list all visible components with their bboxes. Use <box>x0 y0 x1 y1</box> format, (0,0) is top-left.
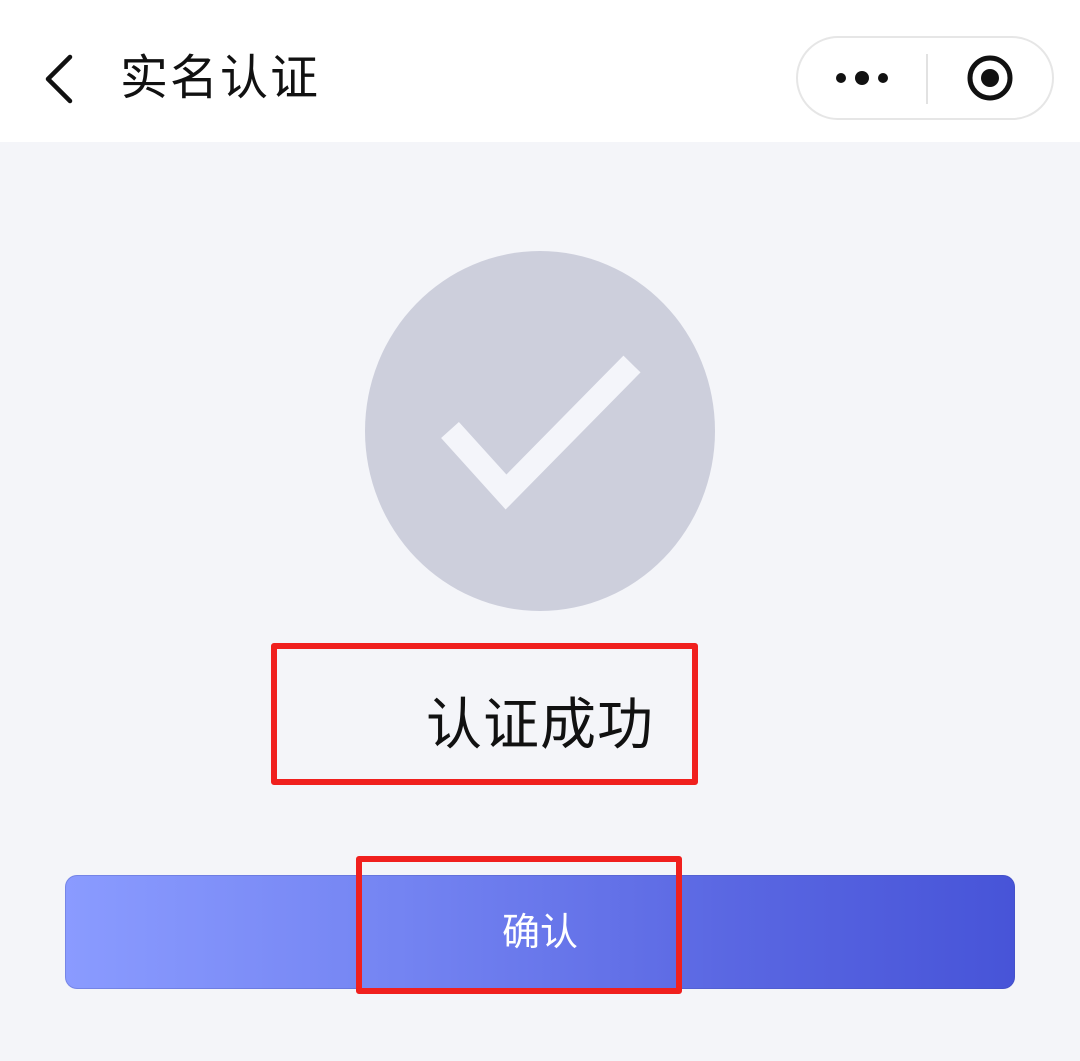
more-dots-icon <box>836 71 888 85</box>
close-miniprogram-button[interactable] <box>928 38 1052 118</box>
chevron-left-icon <box>45 54 73 104</box>
menu-capsule <box>796 36 1054 120</box>
navigation-bar: 实名认证 <box>0 0 1080 142</box>
success-status-icon <box>364 250 716 612</box>
back-button[interactable] <box>30 44 90 114</box>
confirm-button-label: 确认 <box>501 910 578 954</box>
check-circle-icon <box>365 251 715 611</box>
confirm-button[interactable]: 确认 <box>65 875 1015 989</box>
target-circle-icon <box>967 55 1013 101</box>
more-button[interactable] <box>798 38 926 118</box>
page-title: 实名认证 <box>120 50 321 106</box>
success-message: 认证成功 <box>426 693 654 758</box>
